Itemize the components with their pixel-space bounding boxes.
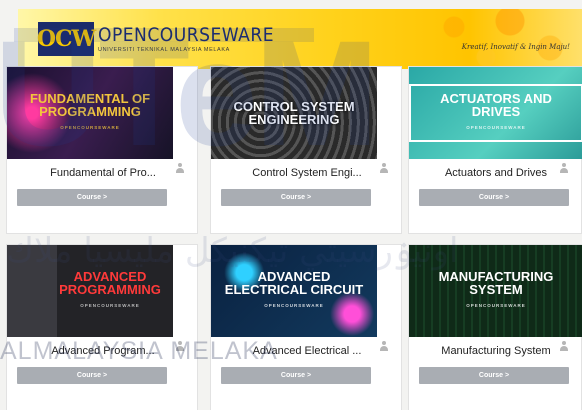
course-card[interactable]: Advanced Electrical Circuit OPENCOURSEWA… [210,244,402,410]
site-header-banner: OCW OPENCOURSEWARE UNIVERSITI TEKNIKAL M… [18,9,582,69]
thumbnail-brand: OPENCOURSEWARE [466,303,526,308]
decorative-hexagons [422,9,582,69]
thumbnail-brand: OPENCOURSEWARE [466,125,526,130]
thumbnail-title: Fundamental of Programming [29,91,151,119]
thumbnail-title: Actuators and Drives [440,91,552,119]
course-card[interactable]: Actuators and Drives OPENCOURSEWARE Actu… [408,66,582,234]
course-title[interactable]: Advanced Program... [7,345,199,357]
course-title[interactable]: Control System Engi... [211,167,403,179]
thumbnail-brand: OPENCOURSEWARE [80,303,140,308]
course-card[interactable]: Control System Engineering Control Syste… [210,66,402,234]
course-thumbnail[interactable]: Advanced Programming OPENCOURSEWARE [7,245,173,337]
course-button[interactable]: Course > [221,189,371,206]
course-card[interactable]: Advanced Programming OPENCOURSEWARE Adva… [6,244,198,410]
person-icon [175,163,185,175]
thumbnail-title: Advanced Electrical Circuit [224,269,364,297]
course-thumbnail[interactable]: Actuators and Drives OPENCOURSEWARE [409,67,582,159]
course-thumbnail[interactable]: Manufacturing System OPENCOURSEWARE [409,245,582,337]
thumbnail-title: Advanced Programming [59,269,161,297]
slogan: Kreatif, Inovatif & Ingin Maju! [461,43,570,51]
thumbnail-brand: OPENCOURSEWARE [60,125,120,130]
course-title[interactable]: Advanced Electrical ... [211,345,403,357]
course-title[interactable]: Fundamental of Pro... [7,167,199,179]
person-icon [379,163,389,175]
course-button[interactable]: Course > [221,367,371,384]
thumbnail-brand: OPENCOURSEWARE [264,303,324,308]
logo-title: OPENCOURSEWARE [98,24,275,46]
course-button[interactable]: Course > [17,367,167,384]
logo-subtitle: UNIVERSITI TEKNIKAL MALAYSIA MELAKA [98,47,230,53]
course-title[interactable]: Actuators and Drives [409,167,582,179]
course-title[interactable]: Manufacturing System [409,345,582,357]
course-thumbnail[interactable]: Fundamental of Programming OPENCOURSEWAR… [7,67,173,159]
person-icon [379,341,389,353]
course-button[interactable]: Course > [17,189,167,206]
course-card[interactable]: Manufacturing System OPENCOURSEWARE Manu… [408,244,582,410]
person-icon [559,341,569,353]
person-icon [175,341,185,353]
course-card[interactable]: Fundamental of Programming OPENCOURSEWAR… [6,66,198,234]
course-thumbnail[interactable]: Control System Engineering [211,67,377,159]
course-button[interactable]: Course > [419,367,569,384]
thumbnail-title: Manufacturing System [438,269,554,297]
course-thumbnail[interactable]: Advanced Electrical Circuit OPENCOURSEWA… [211,245,377,337]
course-button[interactable]: Course > [419,189,569,206]
site-logo[interactable]: OCW OPENCOURSEWARE UNIVERSITI TEKNIKAL M… [37,22,275,56]
person-icon [559,163,569,175]
thumbnail-title: Control System Engineering [233,99,355,127]
logo-mark: OCW [37,22,96,56]
